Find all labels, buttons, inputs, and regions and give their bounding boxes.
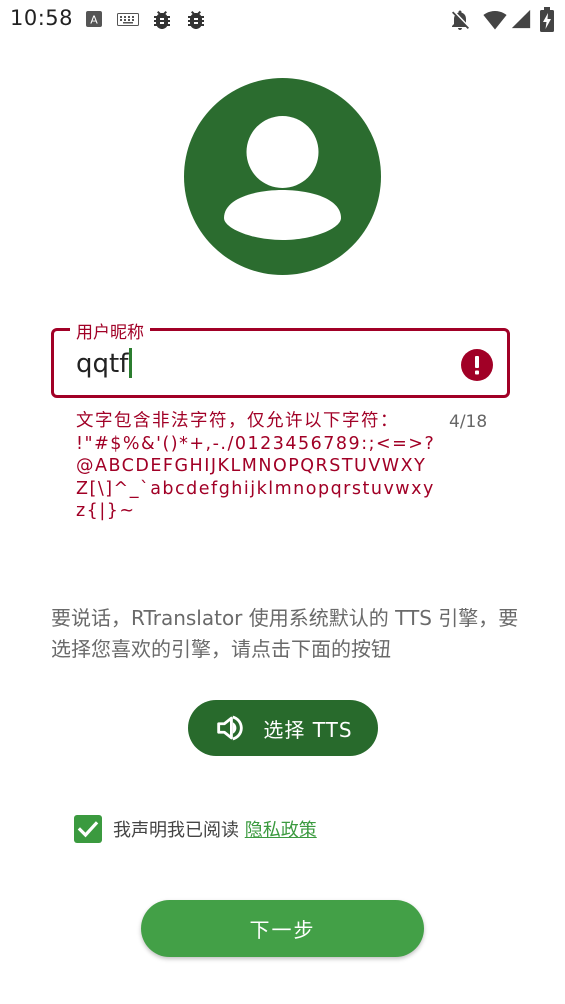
battery-charging-icon bbox=[540, 7, 554, 32]
bug-icon bbox=[154, 11, 170, 29]
status-time: 10:58 bbox=[10, 6, 74, 30]
checkmark-icon bbox=[77, 821, 99, 838]
nickname-value: qqtf bbox=[76, 349, 129, 379]
notifications-off-icon bbox=[452, 10, 469, 30]
wifi-icon bbox=[483, 11, 507, 30]
character-counter: 4/18 bbox=[449, 412, 488, 432]
tts-info-text: 要说话，RTranslator 使用系统默认的 TTS 引擎，要选择您喜欢的引擎… bbox=[51, 606, 519, 661]
nickname-error-message: 文字包含非法字符，仅允许以下字符： !"#$%&'()*+,-./0123456… bbox=[76, 411, 436, 521]
signal-icon bbox=[511, 9, 531, 29]
privacy-policy-link[interactable]: 隐私政策 bbox=[245, 820, 317, 841]
consent-label: 我声明我已阅读 bbox=[113, 820, 245, 841]
nickname-input[interactable]: qqtf bbox=[76, 348, 133, 379]
select-tts-label: 选择 TTS bbox=[263, 717, 353, 742]
privacy-consent-checkbox[interactable] bbox=[74, 815, 102, 843]
account-circle-icon bbox=[184, 78, 381, 275]
privacy-consent-text: 我声明我已阅读 隐私政策 bbox=[113, 816, 317, 842]
volume-up-icon bbox=[217, 715, 244, 741]
svg-text:A: A bbox=[90, 14, 98, 27]
nickname-field-label: 用户昵称 bbox=[70, 318, 150, 343]
select-tts-button[interactable]: 选择 TTS bbox=[188, 700, 378, 756]
status-bar: 10:58 A bbox=[0, 0, 565, 40]
next-step-button[interactable]: 下一步 bbox=[141, 900, 424, 957]
a-box-icon: A bbox=[86, 11, 102, 27]
error-icon bbox=[461, 349, 493, 381]
keyboard-icon bbox=[117, 13, 139, 26]
bug-icon bbox=[188, 11, 204, 29]
text-cursor bbox=[129, 348, 133, 378]
